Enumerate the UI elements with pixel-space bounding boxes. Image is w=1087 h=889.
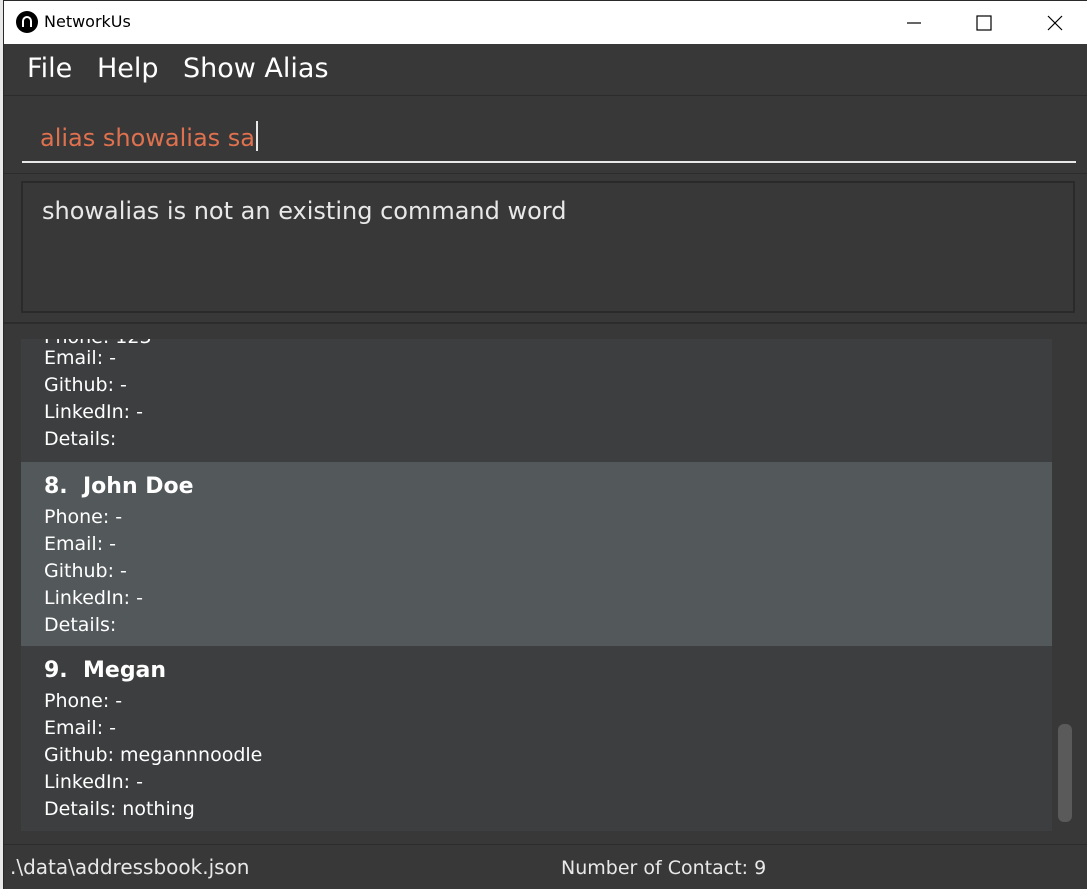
contact-name: 8. John Doe — [44, 474, 194, 499]
minimize-icon — [907, 22, 921, 24]
contact-linkedin: LinkedIn: - — [44, 401, 143, 423]
contact-details: Details: nothing — [44, 798, 195, 820]
app-logo-icon — [16, 11, 38, 33]
result-display: showalias is not an existing command wor… — [21, 181, 1075, 313]
maximize-icon — [976, 15, 992, 31]
contact-email: Email: - — [44, 533, 117, 555]
contact-phone: Phone: - — [44, 506, 123, 528]
contact-email: Email: - — [44, 717, 117, 739]
minimize-button[interactable] — [879, 1, 949, 44]
contact-card-selected[interactable]: 8. John Doe Phone: - Email: - Github: - … — [21, 462, 1052, 646]
contact-phone: Phone: - — [44, 690, 123, 712]
contact-count: Number of Contact: 9 — [561, 857, 767, 879]
maximize-button[interactable] — [949, 1, 1019, 44]
command-input[interactable]: alias showalias sa — [22, 113, 1076, 163]
command-box-area: alias showalias sa — [4, 96, 1087, 174]
contact-list-panel: Phone: 123 · Email: - Github: - LinkedIn… — [4, 324, 1087, 844]
close-icon — [1047, 15, 1063, 31]
window-title: NetworkUs — [44, 12, 131, 31]
scrollbar-thumb[interactable] — [1058, 724, 1072, 822]
contact-linkedin: LinkedIn: - — [44, 771, 143, 793]
contact-linkedin: LinkedIn: - — [44, 587, 143, 609]
close-button[interactable] — [1020, 1, 1087, 44]
command-input-text: alias showalias sa — [40, 121, 259, 152]
contact-details: Details: — [44, 614, 117, 636]
contact-name: 9. Megan — [44, 658, 167, 683]
contact-details: Details: — [44, 428, 117, 450]
contact-github: Github: - — [44, 560, 127, 582]
menu-help[interactable]: Help — [97, 53, 159, 84]
menu-file[interactable]: File — [27, 53, 72, 84]
status-bar: .\data\addressbook.json Number of Contac… — [4, 844, 1087, 889]
text-caret — [256, 121, 259, 151]
title-bar[interactable]: NetworkUs — [4, 1, 1087, 44]
contact-github: Github: megannnoodle — [44, 744, 263, 766]
contact-card[interactable]: Phone: 123 · Email: - Github: - LinkedIn… — [21, 339, 1052, 462]
result-message: showalias is not an existing command wor… — [42, 197, 567, 225]
contact-list[interactable]: Phone: 123 · Email: - Github: - LinkedIn… — [21, 339, 1052, 831]
contact-card[interactable]: 9. Megan Phone: - Email: - Github: megan… — [21, 646, 1052, 831]
save-location: .\data\addressbook.json — [10, 855, 250, 879]
result-display-area: showalias is not an existing command wor… — [4, 174, 1087, 324]
menu-bar: File Help Show Alias — [4, 44, 1087, 96]
contact-github: Github: - — [44, 374, 127, 396]
contact-email: Email: - — [44, 347, 117, 369]
app-window: NetworkUs File Help Show Alias alias sho… — [3, 0, 1087, 889]
menu-show-alias[interactable]: Show Alias — [183, 53, 329, 84]
